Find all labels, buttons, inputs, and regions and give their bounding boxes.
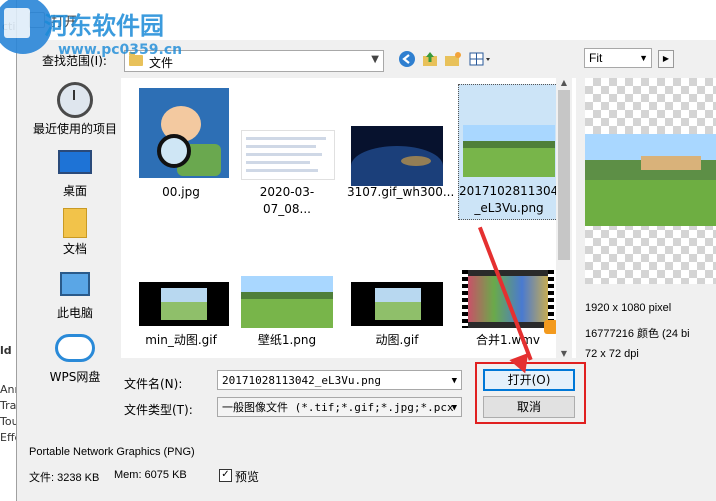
file-thumbnail	[351, 282, 443, 326]
format-info: Portable Network Graphics (PNG)	[29, 446, 195, 458]
thumb-shape	[246, 145, 316, 148]
desktop-icon	[58, 150, 92, 174]
thumb-shape	[462, 270, 468, 328]
filename-label: 文件名(N):	[124, 377, 183, 391]
file-name: 00.jpg	[162, 185, 200, 199]
image-dimensions: 1920 x 1080 pixel	[585, 302, 672, 314]
place-recent[interactable]: 最近使用的项目	[25, 82, 125, 137]
thumb-shape	[375, 288, 421, 320]
chevron-down-icon[interactable]: ▼	[452, 371, 457, 391]
up-folder-icon[interactable]	[420, 50, 440, 70]
thumb-shape	[241, 299, 333, 328]
thumb-shape	[161, 288, 207, 320]
thumb-shape	[246, 161, 310, 164]
file-name-line2: _eL3Vu.png	[474, 201, 544, 215]
chevron-down-icon: ▼	[451, 403, 457, 413]
recent-icon	[57, 82, 93, 118]
thumb-shape	[157, 134, 191, 168]
file-thumbnail	[241, 130, 335, 180]
file-name-line1: 20171028113042	[459, 184, 566, 198]
filename-value: 20171028113042_eL3Vu.png	[222, 374, 381, 387]
cloud-icon	[55, 334, 95, 362]
file-tile[interactable]: 动图.gif	[347, 266, 447, 356]
new-folder-icon[interactable]	[443, 50, 463, 70]
file-thumbnail	[351, 126, 443, 186]
file-tile[interactable]: 壁纸1.png	[237, 266, 337, 356]
preview-image	[585, 134, 716, 226]
file-name: 动图.gif	[375, 333, 419, 347]
place-label: 最近使用的项目	[32, 122, 117, 136]
open-file-dialog: 打开 查找范围(I): 文件 ▼ 最近使用的项目 桌面 文档 此电脑 WPS网盘…	[16, 0, 716, 501]
file-thumbnail	[463, 125, 555, 177]
place-computer[interactable]: 此电脑	[25, 268, 125, 321]
file-thumbnail	[139, 88, 229, 178]
watermark-site-name: 河东软件园	[44, 12, 164, 40]
thumb-shape	[351, 146, 443, 186]
watermark-logo-shape	[4, 8, 30, 38]
file-tile[interactable]: 3107.gif_wh300...	[347, 84, 455, 204]
scroll-up-icon[interactable]: ▲	[556, 78, 572, 87]
file-tile[interactable]: min_动图.gif	[131, 266, 231, 356]
filetype-value: 一般图像文件 (*.tif;*.gif;*.jpg;*.pcx	[222, 401, 454, 414]
zoom-fit-select[interactable]: Fit ▼	[584, 48, 652, 68]
file-tile-selected[interactable]: 20171028113042 _eL3Vu.png	[458, 84, 566, 220]
preview-label: 预览	[235, 470, 260, 484]
file-thumbnail	[241, 276, 333, 328]
chevron-down-icon: ▼	[639, 53, 648, 63]
places-bar: 最近使用的项目 桌面 文档 此电脑 WPS网盘	[25, 76, 125, 386]
image-colors: 16777216 颜色 (24 bi	[585, 328, 690, 340]
image-dpi: 72 x 72 dpi	[585, 348, 639, 360]
back-icon[interactable]	[397, 50, 417, 70]
file-tile[interactable]: 2020-03-07_08...	[237, 84, 337, 216]
file-size-info: 文件: 3238 KB	[29, 472, 100, 484]
chevron-down-icon: ▼	[371, 54, 379, 65]
filetype-select[interactable]: 一般图像文件 (*.tif;*.gif;*.jpg;*.pcx ▼	[217, 397, 462, 417]
place-wps-cloud[interactable]: WPS网盘	[25, 330, 125, 385]
thumb-shape	[641, 156, 701, 170]
place-desktop[interactable]: 桌面	[25, 146, 125, 199]
thumb-shape	[246, 169, 318, 172]
file-name: 2020-03-07_08...	[259, 185, 315, 216]
thumb-shape	[463, 148, 555, 177]
scroll-down-icon[interactable]: ▼	[556, 349, 572, 358]
filetype-label: 文件类型(T):	[124, 403, 193, 417]
place-label: 桌面	[62, 184, 87, 198]
file-tile[interactable]: 合并1.wmv	[458, 266, 558, 356]
documents-icon	[63, 208, 87, 238]
computer-icon	[60, 272, 90, 296]
scrollbar-thumb[interactable]	[558, 90, 570, 260]
place-label: 文档	[62, 242, 87, 256]
file-name: 合并1.wmv	[475, 333, 541, 347]
filename-input[interactable]: 20171028113042_eL3Vu.png ▼	[217, 370, 462, 390]
preview-checkbox[interactable]: ✓	[219, 469, 232, 482]
thumb-shape	[585, 180, 716, 226]
file-name: 壁纸1.png	[257, 333, 317, 347]
file-list: 00.jpg 2020-03-07_08... 3107.gif_wh300..…	[121, 78, 576, 358]
view-menu-icon[interactable]	[467, 50, 493, 70]
watermark-url: www.pc0359.cn	[58, 42, 183, 58]
file-name: 3107.gif_wh300...	[347, 185, 455, 199]
play-icon[interactable]: ▶	[658, 50, 674, 68]
file-name: min_动图.gif	[145, 333, 217, 347]
image-preview	[585, 78, 716, 284]
memory-info: Mem: 6075 KB	[114, 469, 187, 481]
thumb-shape	[246, 153, 322, 156]
zoom-fit-value: Fit	[589, 51, 603, 65]
file-list-scrollbar[interactable]: ▲ ▼	[556, 78, 572, 358]
place-label: 此电脑	[56, 306, 93, 320]
place-label: WPS网盘	[49, 370, 101, 384]
thumb-shape	[246, 137, 326, 140]
thumb-shape	[401, 156, 431, 166]
file-thumbnail	[139, 282, 229, 326]
file-tile[interactable]: 00.jpg	[131, 84, 231, 204]
place-documents[interactable]: 文档	[25, 208, 125, 257]
